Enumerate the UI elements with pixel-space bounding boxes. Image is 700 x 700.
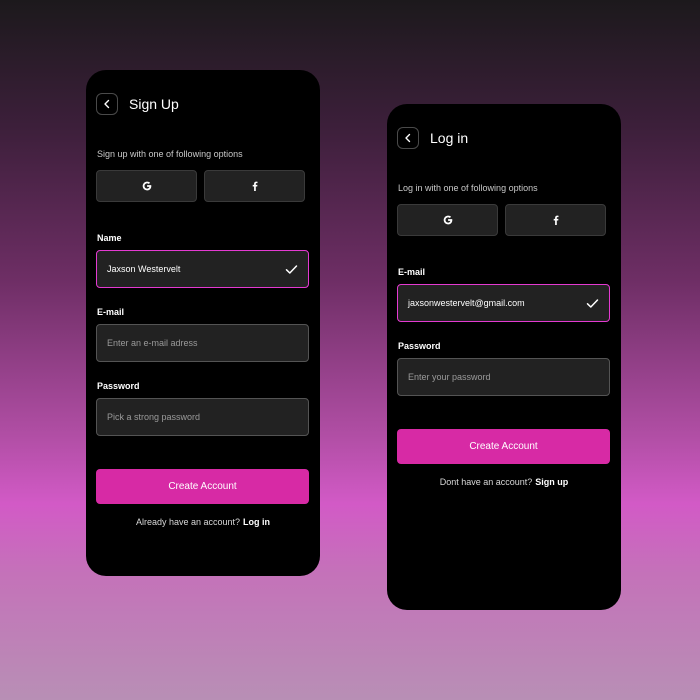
signup-email-placeholder: Enter an e-mail adress [107, 338, 198, 348]
login-email-value: jaxsonwestervelt@gmail.com [408, 298, 525, 308]
login-subtitle: Log in with one of following options [398, 183, 538, 193]
login-create-account-button[interactable]: Create Account [397, 429, 610, 464]
login-social-options [397, 204, 606, 236]
signup-header: Sign Up [96, 93, 179, 115]
signup-back-button[interactable] [96, 93, 118, 115]
signup-create-account-button[interactable]: Create Account [96, 469, 309, 504]
signup-email-field[interactable]: Enter an e-mail adress [96, 324, 309, 362]
chevron-left-icon [405, 133, 411, 143]
google-icon [142, 181, 151, 191]
login-screen: Log in Log in with one of following opti… [387, 104, 621, 610]
signup-password-field[interactable]: Pick a strong password [96, 398, 309, 436]
facebook-icon [553, 215, 558, 225]
google-login-button[interactable] [397, 204, 498, 236]
login-footer-text: Dont have an account? [439, 477, 533, 487]
login-header: Log in [397, 127, 468, 149]
login-email-field[interactable]: jaxsonwestervelt@gmail.com [397, 284, 610, 322]
signup-subtitle: Sign up with one of following options [97, 149, 243, 159]
login-password-placeholder: Enter your password [408, 372, 491, 382]
check-icon [285, 264, 298, 274]
check-icon [586, 298, 599, 308]
name-field[interactable]: Jaxson Westervelt [96, 250, 309, 288]
login-link[interactable]: Log in [243, 517, 270, 527]
login-email-label: E-mail [398, 267, 426, 277]
signup-footer: Already have an account? Log in [86, 517, 320, 527]
google-signup-button[interactable] [96, 170, 197, 202]
facebook-signup-button[interactable] [204, 170, 305, 202]
signup-screen: Sign Up Sign up with one of following op… [86, 70, 320, 576]
signup-social-options [96, 170, 305, 202]
facebook-icon [252, 181, 257, 191]
signup-password-placeholder: Pick a strong password [107, 412, 201, 422]
name-value: Jaxson Westervelt [107, 264, 181, 274]
signup-link[interactable]: Sign up [535, 477, 568, 487]
facebook-login-button[interactable] [505, 204, 606, 236]
login-password-label: Password [398, 341, 441, 351]
login-title: Log in [430, 130, 469, 146]
chevron-left-icon [104, 99, 110, 109]
login-footer: Dont have an account? Sign up [387, 477, 621, 487]
signup-footer-text: Already have an account? [135, 517, 241, 527]
name-label: Name [97, 233, 122, 243]
google-icon [443, 215, 452, 225]
signup-password-label: Password [97, 381, 140, 391]
signup-title: Sign Up [129, 96, 179, 112]
login-back-button[interactable] [397, 127, 419, 149]
login-password-field[interactable]: Enter your password [397, 358, 610, 396]
signup-email-label: E-mail [97, 307, 125, 317]
